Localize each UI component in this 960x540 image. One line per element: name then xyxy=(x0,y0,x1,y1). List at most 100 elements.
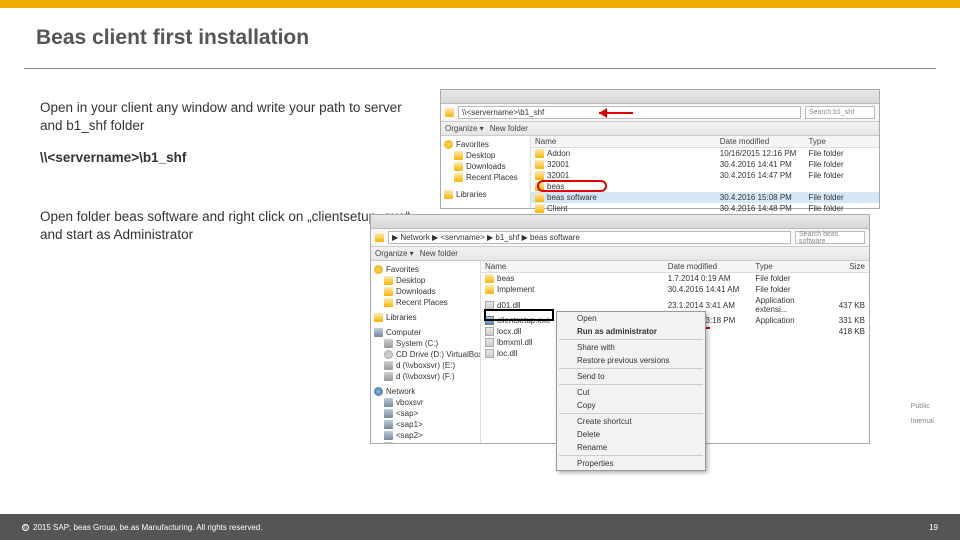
address-bar: \\<servername>\b1_shf Search b1_shf xyxy=(441,104,879,122)
tree-label: <srv01> xyxy=(396,442,425,443)
folder-icon xyxy=(454,173,463,182)
search-input[interactable]: Search b1_shf xyxy=(805,106,875,119)
tree-label: Desktop xyxy=(466,151,495,160)
window-titlebar[interactable] xyxy=(371,215,869,229)
nav-tree[interactable]: Favorites Desktop Downloads Recent Place… xyxy=(441,136,531,208)
tree-favorites[interactable]: Favorites xyxy=(444,139,527,150)
address-bar: ▶ Network ▶ <servname> ▶ b1_shf ▶ beas s… xyxy=(371,229,869,247)
tree-item[interactable]: Recent Places xyxy=(444,172,527,183)
instruction-2: Open folder beas software and right clic… xyxy=(40,208,420,244)
tree-item[interactable]: d (\\vboxsvr) (F:) xyxy=(374,371,477,382)
file-date: 30.4.2016 14:48 PM xyxy=(720,204,809,213)
text-column: Open in your client any window and write… xyxy=(40,99,420,244)
tree-libraries[interactable]: Libraries xyxy=(374,312,477,323)
list-header[interactable]: Name Date modified Type Size xyxy=(481,261,869,273)
col-type[interactable]: Type xyxy=(755,262,821,271)
menu-item[interactable]: Share with xyxy=(557,341,705,354)
tree-item[interactable]: vboxsvr xyxy=(374,397,477,408)
slide-footer: © 2015 SAP; beas Group, be.as Manufactur… xyxy=(0,514,960,540)
slide-title: Beas client first installation xyxy=(0,8,960,60)
tree-item[interactable]: System (C:) xyxy=(374,338,477,349)
file-name: Addon xyxy=(547,149,570,158)
menu-item[interactable]: Copy xyxy=(557,399,705,412)
nav-tree[interactable]: Favorites Desktop Downloads Recent Place… xyxy=(371,261,481,443)
folder-icon xyxy=(535,160,544,169)
list-row[interactable]: beas software30.4.2016 15:08 PMFile fold… xyxy=(531,192,879,203)
tree-item[interactable]: <sap1> xyxy=(374,419,477,430)
organize-button[interactable]: Organize ▾ xyxy=(375,249,414,258)
address-input[interactable]: ▶ Network ▶ <servname> ▶ b1_shf ▶ beas s… xyxy=(388,231,791,244)
folder-icon xyxy=(485,285,494,294)
tree-computer[interactable]: Computer xyxy=(374,327,477,338)
folder-icon xyxy=(384,298,393,307)
explorer-toolbar: Organize ▾ New folder xyxy=(371,247,869,261)
menu-item[interactable]: Restore previous versions xyxy=(557,354,705,367)
path-text: \\<servername>\b1_shf xyxy=(40,150,186,165)
list-row[interactable]: Client30.4.2016 14:48 PMFile folder xyxy=(531,203,879,214)
menu-item[interactable]: Open xyxy=(557,312,705,325)
list-row[interactable]: beas1.7.2014 0:19 AMFile folder xyxy=(481,273,869,284)
col-name[interactable]: Name xyxy=(535,137,720,146)
newfolder-button[interactable]: New folder xyxy=(490,124,528,133)
list-row[interactable]: Addon10/16/2015 12:16 PMFile folder xyxy=(531,148,879,159)
tree-libraries[interactable]: Libraries xyxy=(444,189,527,200)
context-menu[interactable]: OpenRun as administrator Share withRestor… xyxy=(556,311,706,471)
menu-item[interactable]: Delete xyxy=(557,428,705,441)
tree-favorites[interactable]: Favorites xyxy=(374,264,477,275)
tree-network[interactable]: Network xyxy=(374,386,477,397)
tree-item[interactable]: Desktop xyxy=(444,150,527,161)
tree-label: Libraries xyxy=(386,313,417,322)
col-date[interactable]: Date modified xyxy=(720,137,809,146)
slide-content: Open in your client any window and write… xyxy=(0,69,960,244)
menu-separator xyxy=(559,455,703,456)
tree-item[interactable]: Recent Places xyxy=(374,297,477,308)
tree-item[interactable]: Desktop xyxy=(374,275,477,286)
file-date: 30.4.2016 14:41 PM xyxy=(720,160,809,169)
computer-icon xyxy=(384,409,393,418)
list-header[interactable]: Name Date modified Type xyxy=(531,136,879,148)
tree-item[interactable]: <sap2> xyxy=(374,430,477,441)
tree-item[interactable]: d (\\vboxsvr) (E:) xyxy=(374,360,477,371)
col-type[interactable]: Type xyxy=(808,137,875,146)
computer-icon xyxy=(374,328,383,337)
col-name[interactable]: Name xyxy=(485,262,668,271)
folder-icon xyxy=(535,193,544,202)
menu-item[interactable]: Rename xyxy=(557,441,705,454)
tree-item[interactable]: Downloads xyxy=(444,161,527,172)
menu-item[interactable]: Properties xyxy=(557,457,705,470)
menu-item[interactable]: Send to xyxy=(557,370,705,383)
back-icon[interactable] xyxy=(375,233,384,242)
tree-label: vboxsvr xyxy=(396,398,424,407)
side-tab: Public xyxy=(909,399,936,414)
tree-item[interactable]: <sap> xyxy=(374,408,477,419)
explorer-toolbar: Organize ▾ New folder xyxy=(441,122,879,136)
dll-icon xyxy=(485,338,494,347)
folder-icon xyxy=(374,313,383,322)
file-type: File folder xyxy=(755,285,821,294)
window-titlebar[interactable] xyxy=(441,90,879,104)
file-name: Client xyxy=(547,204,567,213)
tree-item[interactable]: Downloads xyxy=(374,286,477,297)
newfolder-button[interactable]: New folder xyxy=(420,249,458,258)
col-date[interactable]: Date modified xyxy=(668,262,756,271)
menu-item[interactable]: Cut xyxy=(557,386,705,399)
explorer-body: Favorites Desktop Downloads Recent Place… xyxy=(441,136,879,208)
file-list[interactable]: Name Date modified Type Addon10/16/2015 … xyxy=(531,136,879,208)
menu-separator xyxy=(559,384,703,385)
menu-separator xyxy=(559,368,703,369)
folder-icon xyxy=(384,287,393,296)
organize-button[interactable]: Organize ▾ xyxy=(445,124,484,133)
search-input[interactable]: Search beas software xyxy=(795,231,865,244)
list-row[interactable]: 3200130.4.2016 14:41 PMFile folder xyxy=(531,159,879,170)
list-row[interactable]: Implement30.4.2016 14:41 AMFile folder xyxy=(481,284,869,295)
tree-item[interactable]: CD Drive (D:) VirtualBox Guest Additions xyxy=(374,349,477,360)
file-date: 1.7.2014 0:19 AM xyxy=(668,274,756,283)
black-box-annotation xyxy=(484,309,554,321)
dll-icon xyxy=(485,327,494,336)
menu-item[interactable]: Run as administrator xyxy=(557,325,705,338)
col-size[interactable]: Size xyxy=(821,262,865,271)
tree-item[interactable]: <srv01> xyxy=(374,441,477,443)
back-icon[interactable] xyxy=(445,108,454,117)
address-input[interactable]: \\<servername>\b1_shf xyxy=(458,106,801,119)
menu-item[interactable]: Create shortcut xyxy=(557,415,705,428)
